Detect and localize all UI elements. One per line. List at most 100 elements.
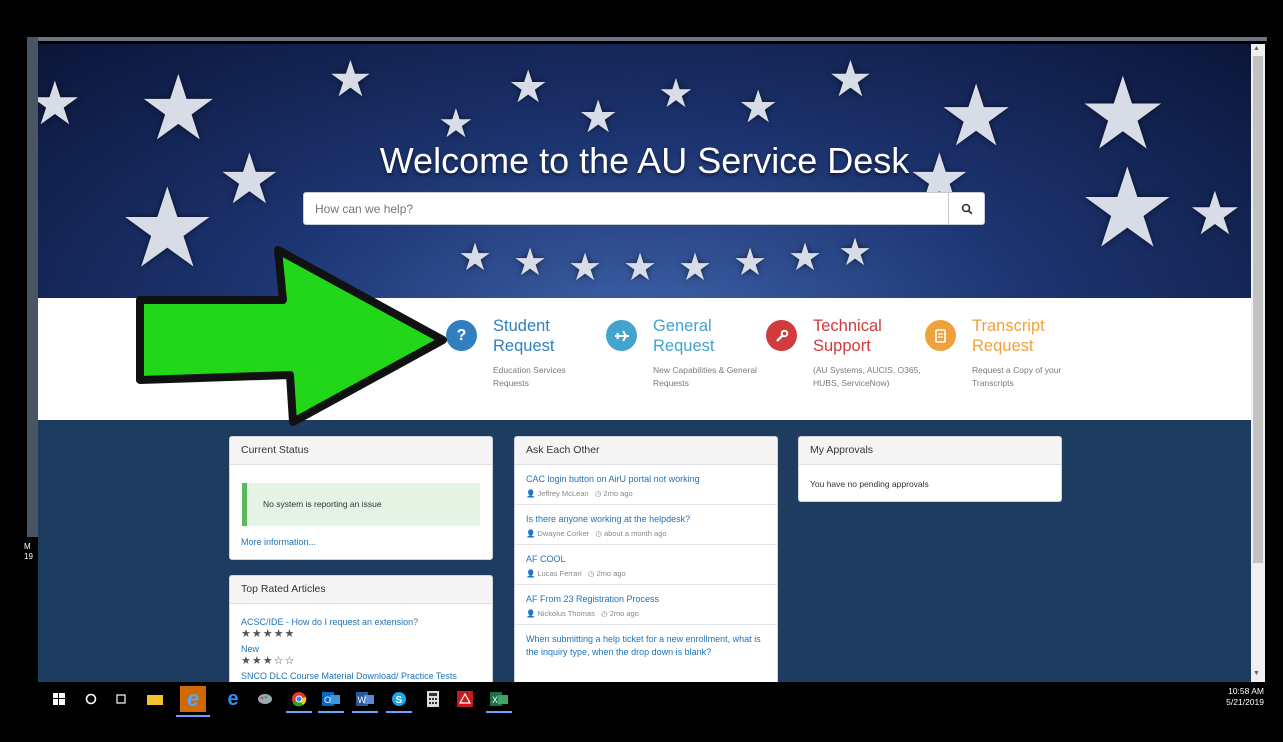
search-button[interactable]: [948, 193, 984, 224]
scroll-up-arrow-icon[interactable]: ▲: [1253, 45, 1260, 52]
side-label-line1: M: [24, 542, 31, 551]
page-title: Welcome to the AU Service Desk: [379, 140, 910, 181]
window-left-border: [27, 37, 38, 537]
category-description: Education Services Requests: [493, 365, 566, 388]
search-bar: [303, 192, 985, 225]
question-link[interactable]: AF COOL: [526, 553, 766, 566]
question-meta: 👤 Lucas Ferrari ◷ 2mo ago: [526, 569, 626, 578]
search-input[interactable]: [304, 193, 950, 224]
star-decoration: ★: [658, 72, 694, 116]
category-title-line2: Request: [493, 337, 555, 355]
question-item[interactable]: AF COOL 👤 Lucas Ferrari ◷ 2mo ago: [515, 545, 777, 585]
windows-start-icon[interactable]: [50, 690, 68, 708]
question-item[interactable]: Is there anyone working at the helpdesk?…: [515, 505, 777, 545]
search-icon: [961, 203, 972, 214]
green-arrow-annotation: [136, 246, 447, 426]
question-author: Lucas Ferrari: [537, 569, 582, 578]
star-decoration: ★: [1188, 180, 1242, 247]
star-decoration: ★: [828, 51, 873, 107]
star-decoration: ★: [458, 237, 493, 279]
star-decoration: ★: [733, 242, 768, 284]
panel-title: Current Status: [230, 437, 492, 465]
window-top-border: [27, 37, 1267, 41]
status-message: No system is reporting an issue: [263, 499, 382, 509]
article-link[interactable]: New: [241, 643, 481, 655]
question-item[interactable]: CAC login button on AirU portal not work…: [515, 465, 777, 505]
star-decoration: ★: [38, 70, 82, 137]
question-item[interactable]: When submitting a help ticket for a new …: [515, 625, 777, 665]
question-meta: 👤 Nickolus Thomas ◷ 2mo ago: [526, 609, 639, 618]
file-explorer-icon[interactable]: [146, 690, 164, 708]
svg-text:S: S: [396, 695, 403, 706]
task-view-icon[interactable]: [112, 690, 130, 708]
svg-text:W: W: [358, 695, 367, 705]
category-title-line2: Request: [653, 337, 715, 355]
question-time: 2mo ago: [609, 609, 639, 618]
internet-explorer-icon[interactable]: e: [176, 686, 210, 717]
question-link[interactable]: AF From 23 Registration Process: [526, 593, 766, 606]
more-information-link[interactable]: More information...: [241, 537, 316, 547]
article-rating: ★★★☆☆: [241, 655, 296, 667]
panel-title: Top Rated Articles: [230, 576, 492, 604]
star-decoration: ★: [838, 232, 873, 274]
star-decoration: ★: [438, 102, 474, 146]
paint-icon[interactable]: [256, 690, 274, 708]
star-decoration: ★: [788, 237, 823, 279]
star-decoration: ★: [738, 81, 779, 132]
category-title: Transcript Request: [972, 316, 1082, 356]
category-title-line1: Technical: [813, 317, 882, 335]
question-item[interactable]: AF From 23 Registration Process 👤 Nickol…: [515, 585, 777, 625]
scrollbar-thumb[interactable]: [1253, 56, 1263, 563]
star-decoration: ★: [623, 247, 658, 289]
question-author: Nickolus Thomas: [537, 609, 595, 618]
acrobat-icon[interactable]: [456, 690, 474, 708]
category-title: Student Request: [493, 316, 603, 356]
star-decoration: ★: [513, 242, 548, 284]
browser-viewport: ★ ★ ★ ★ ★ ★ ★ ★ ★ ★ ★ ★ ★ ★ ★ ★ ★ ★ ★ ★ …: [38, 44, 1251, 682]
document-icon: [925, 320, 956, 351]
skype-icon[interactable]: S: [386, 690, 412, 713]
question-time: 2mo ago: [603, 489, 633, 498]
question-time: 2mo ago: [596, 569, 626, 578]
system-clock[interactable]: 10:58 AM 5/21/2019: [1200, 686, 1264, 708]
svg-text:O: O: [324, 695, 331, 705]
category-title-line2: Support: [813, 337, 871, 355]
word-icon[interactable]: W: [352, 690, 378, 713]
category-title-line1: Transcript: [972, 317, 1045, 335]
category-title: General Request: [653, 316, 763, 356]
wrench-icon: [766, 320, 797, 351]
star-decoration: ★: [508, 61, 549, 112]
question-time: about a month ago: [604, 529, 667, 538]
article-link[interactable]: SNCO DLC Course Material Download/ Pract…: [241, 670, 481, 682]
article-link[interactable]: ACSC/IDE - How do I request an extension…: [241, 616, 481, 628]
question-link[interactable]: Is there anyone working at the helpdesk?: [526, 513, 766, 526]
outlook-icon[interactable]: O: [318, 690, 344, 713]
clock-time: 10:58 AM: [1228, 686, 1264, 696]
approvals-message: You have no pending approvals: [810, 479, 929, 489]
calculator-icon[interactable]: [424, 690, 442, 708]
status-alert: No system is reporting an issue: [242, 483, 480, 526]
star-decoration: ★: [678, 247, 713, 289]
article-rating: ★★★★★: [241, 628, 296, 640]
category-description: Request a Copy of your Transcripts: [972, 365, 1062, 388]
question-link[interactable]: When submitting a help ticket for a new …: [526, 633, 766, 659]
question-link[interactable]: CAC login button on AirU portal not work…: [526, 473, 766, 486]
edge-icon[interactable]: e: [224, 688, 242, 710]
star-decoration: ★: [568, 247, 603, 289]
cortana-search-icon[interactable]: [82, 690, 100, 708]
windows-taskbar: e e O W S X: [38, 682, 1251, 717]
category-title: Technical Support: [813, 316, 923, 356]
question-meta: 👤 Jeffrey McLean ◷ 2mo ago: [526, 489, 633, 498]
airplane-icon: [606, 320, 637, 351]
category-title-line2: Request: [972, 337, 1034, 355]
side-label: M 19: [24, 542, 33, 562]
clock-date: 5/21/2019: [1226, 697, 1264, 707]
my-approvals-panel: My Approvals You have no pending approva…: [798, 436, 1062, 502]
star-decoration: ★: [578, 91, 619, 142]
scroll-down-arrow-icon[interactable]: ▼: [1253, 670, 1260, 677]
category-title-line1: General: [653, 317, 712, 335]
ask-each-other-panel: Ask Each Other CAC login button on AirU …: [514, 436, 778, 682]
excel-icon[interactable]: X: [486, 690, 512, 713]
question-meta: 👤 Dwayne Corker ◷ about a month ago: [526, 529, 667, 538]
chrome-icon[interactable]: [286, 690, 312, 713]
